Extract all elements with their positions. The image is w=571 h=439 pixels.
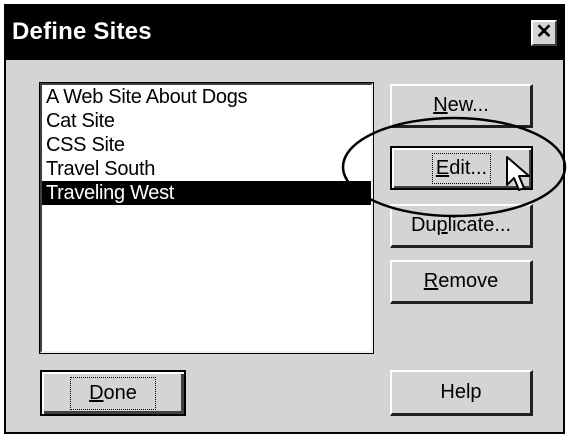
help-button-label: Help [440, 381, 482, 403]
title-bar[interactable]: Define Sites ✕ [6, 6, 563, 60]
help-button[interactable]: Help [390, 370, 533, 416]
close-icon: ✕ [535, 21, 553, 43]
duplicate-button-label: Duplicate... [410, 214, 512, 236]
edit-button[interactable]: Edit... [390, 146, 533, 190]
edit-button-label: Edit... [431, 152, 492, 184]
sites-listbox[interactable]: A Web Site About Dogs Cat Site CSS Site … [39, 82, 374, 354]
done-button[interactable]: Done [40, 370, 186, 416]
list-item-site[interactable]: Travel South [42, 157, 371, 181]
define-sites-dialog: Define Sites ✕ A Web Site About Dogs Cat… [4, 4, 565, 434]
list-item-site[interactable]: A Web Site About Dogs [42, 85, 371, 109]
close-button[interactable]: ✕ [531, 20, 557, 46]
remove-button-label: Remove [423, 270, 499, 292]
duplicate-button[interactable]: Duplicate... [390, 204, 533, 248]
new-button[interactable]: New... [390, 84, 533, 128]
remove-button[interactable]: Remove [390, 260, 533, 304]
list-item-site[interactable]: CSS Site [42, 133, 371, 157]
window-title: Define Sites [12, 18, 152, 45]
list-item-site[interactable]: Cat Site [42, 109, 371, 133]
done-button-label: Done [70, 376, 156, 410]
new-button-label: New... [433, 94, 489, 116]
list-item-site-selected[interactable]: Traveling West [42, 181, 371, 205]
